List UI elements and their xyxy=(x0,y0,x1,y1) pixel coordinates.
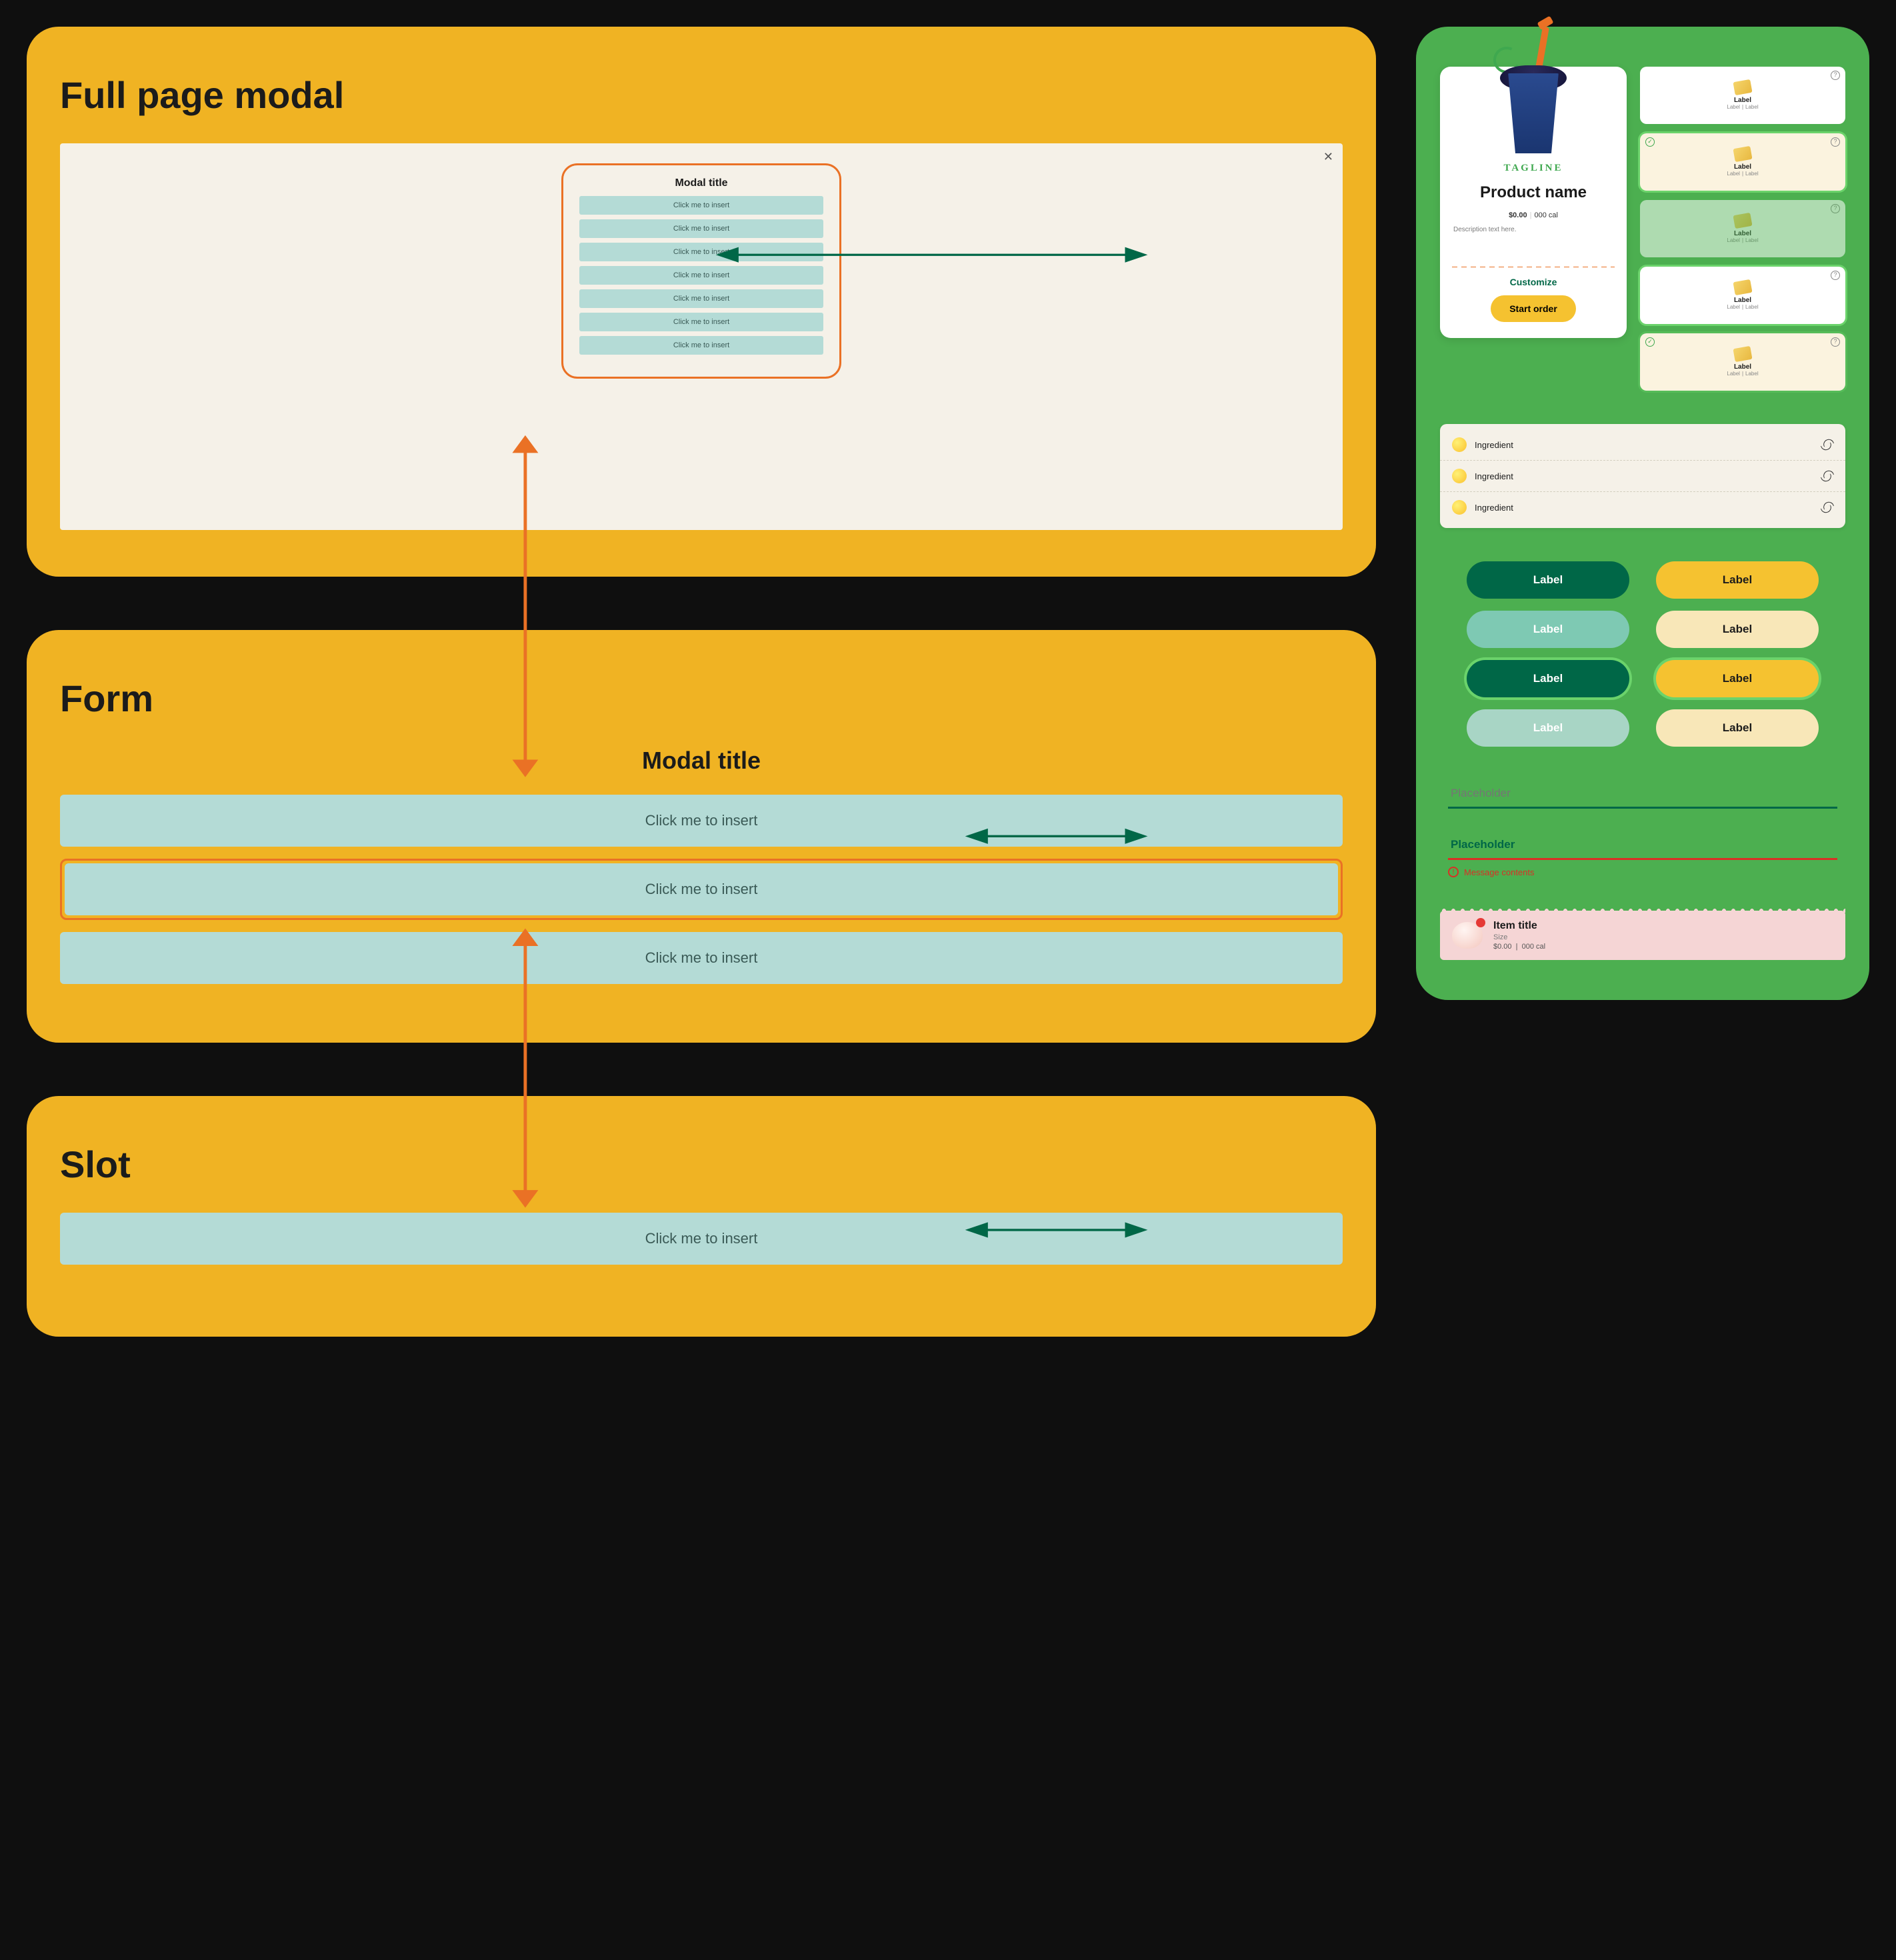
card-label: Label xyxy=(1734,230,1751,237)
check-icon: ✓ xyxy=(1645,137,1655,147)
slot-panel: Slot Click me to insert xyxy=(27,1096,1376,1337)
option-card[interactable]: ? LabelLabel|Label xyxy=(1640,67,1845,124)
fullpage-modal-heading: Full page modal xyxy=(60,73,1343,117)
swap-icon[interactable] xyxy=(1821,470,1833,482)
option-card[interactable]: ? LabelLabel|Label xyxy=(1640,267,1845,324)
modal-slot[interactable]: Click me to insert xyxy=(579,266,823,285)
form-slot[interactable]: Click me to insert xyxy=(65,863,1338,915)
warning-icon: ! xyxy=(1448,867,1459,877)
form-modal-title: Modal title xyxy=(60,747,1343,775)
help-icon[interactable]: ? xyxy=(1831,137,1840,147)
help-icon[interactable]: ? xyxy=(1831,271,1840,280)
help-icon[interactable]: ? xyxy=(1831,204,1840,213)
thumbnail-icon xyxy=(1733,146,1752,162)
card-sublabels: Label|Label xyxy=(1725,171,1760,177)
card-sublabels: Label|Label xyxy=(1725,371,1760,377)
form-slot[interactable]: Click me to insert xyxy=(60,932,1343,984)
option-card[interactable]: ✓? LabelLabel|Label xyxy=(1640,133,1845,191)
ingredient-row[interactable]: Ingredient xyxy=(1440,429,1845,460)
text-input-error[interactable] xyxy=(1448,831,1837,860)
pill-button[interactable]: Label xyxy=(1656,660,1819,697)
slot[interactable]: Click me to insert xyxy=(60,1213,1343,1265)
customize-link[interactable]: Customize xyxy=(1440,277,1627,287)
thumbnail-icon xyxy=(1733,213,1752,229)
ingredient-row[interactable]: Ingredient xyxy=(1440,460,1845,491)
form-slot-outlined: Click me to insert xyxy=(60,859,1343,920)
option-card[interactable]: ? LabelLabel|Label xyxy=(1640,200,1845,257)
modal-slot[interactable]: Click me to insert xyxy=(579,313,823,331)
cart-item-row[interactable]: Item title Size $0.00 | 000 cal xyxy=(1440,911,1845,960)
modal-slot[interactable]: Click me to insert xyxy=(579,219,823,238)
help-icon[interactable]: ? xyxy=(1831,337,1840,347)
modal-shell: ✕ Modal title Click me to insert Click me… xyxy=(60,143,1343,530)
banana-icon xyxy=(1452,469,1467,483)
pill-button[interactable]: Label xyxy=(1656,709,1819,747)
components-panel: TAGLINE Product name $0.00|000 cal Descr… xyxy=(1416,27,1869,1000)
pill-button[interactable]: Label xyxy=(1467,709,1629,747)
start-order-button[interactable]: Start order xyxy=(1491,295,1576,322)
text-input[interactable] xyxy=(1448,780,1837,809)
banana-icon xyxy=(1452,500,1467,515)
card-label: Label xyxy=(1734,363,1751,371)
check-icon: ✓ xyxy=(1645,337,1655,347)
swap-icon[interactable] xyxy=(1821,439,1833,451)
modal-inner-outline: Modal title Click me to insert Click me t… xyxy=(561,163,841,379)
product-tagline: TAGLINE xyxy=(1440,163,1627,174)
form-panel: Form Modal title Click me to insert Clic… xyxy=(27,630,1376,1043)
modal-slot[interactable]: Click me to insert xyxy=(579,243,823,261)
error-message: ! Message contents xyxy=(1448,867,1837,877)
fullpage-modal-panel: Full page modal ✕ Modal title Click me t… xyxy=(27,27,1376,577)
slot-heading: Slot xyxy=(60,1143,1343,1186)
form-slot[interactable]: Click me to insert xyxy=(60,795,1343,847)
product-price-cal: $0.00|000 cal xyxy=(1440,211,1627,219)
product-name: Product name xyxy=(1440,183,1627,202)
help-icon[interactable]: ? xyxy=(1831,71,1840,80)
thumbnail-icon xyxy=(1733,279,1752,295)
swap-icon[interactable] xyxy=(1821,501,1833,513)
card-label: Label xyxy=(1734,163,1751,171)
ingredient-row[interactable]: Ingredient xyxy=(1440,491,1845,523)
option-card[interactable]: ✓? LabelLabel|Label xyxy=(1640,333,1845,391)
item-size: Size xyxy=(1493,933,1545,941)
thumbnail-icon xyxy=(1733,346,1752,362)
banana-icon xyxy=(1452,437,1467,452)
icecream-icon xyxy=(1452,922,1483,949)
ingredient-name: Ingredient xyxy=(1475,471,1813,481)
pill-button[interactable]: Label xyxy=(1656,611,1819,648)
pill-button[interactable]: Label xyxy=(1467,611,1629,648)
thumbnail-icon xyxy=(1733,79,1752,95)
form-heading: Form xyxy=(60,677,1343,720)
pill-button[interactable]: Label xyxy=(1656,561,1819,599)
pill-button[interactable]: Label xyxy=(1467,561,1629,599)
product-description: Description text here. xyxy=(1440,226,1627,233)
card-label: Label xyxy=(1734,97,1751,104)
ingredient-name: Ingredient xyxy=(1475,440,1813,450)
close-icon[interactable]: ✕ xyxy=(1323,150,1333,164)
ingredient-list: Ingredient Ingredient Ingredient xyxy=(1440,424,1845,528)
pill-button[interactable]: Label xyxy=(1467,660,1629,697)
ingredient-name: Ingredient xyxy=(1475,503,1813,513)
item-title: Item title xyxy=(1493,920,1545,932)
card-sublabels: Label|Label xyxy=(1725,237,1760,243)
modal-slot[interactable]: Click me to insert xyxy=(579,196,823,215)
product-image-icon xyxy=(1487,33,1580,153)
card-sublabels: Label|Label xyxy=(1725,104,1760,110)
modal-slot[interactable]: Click me to insert xyxy=(579,336,823,355)
item-price-cal: $0.00 | 000 cal xyxy=(1493,943,1545,951)
card-sublabels: Label|Label xyxy=(1725,304,1760,310)
card-label: Label xyxy=(1734,297,1751,304)
modal-slot[interactable]: Click me to insert xyxy=(579,289,823,308)
product-card[interactable]: TAGLINE Product name $0.00|000 cal Descr… xyxy=(1440,67,1627,338)
modal-title: Modal title xyxy=(573,177,830,189)
